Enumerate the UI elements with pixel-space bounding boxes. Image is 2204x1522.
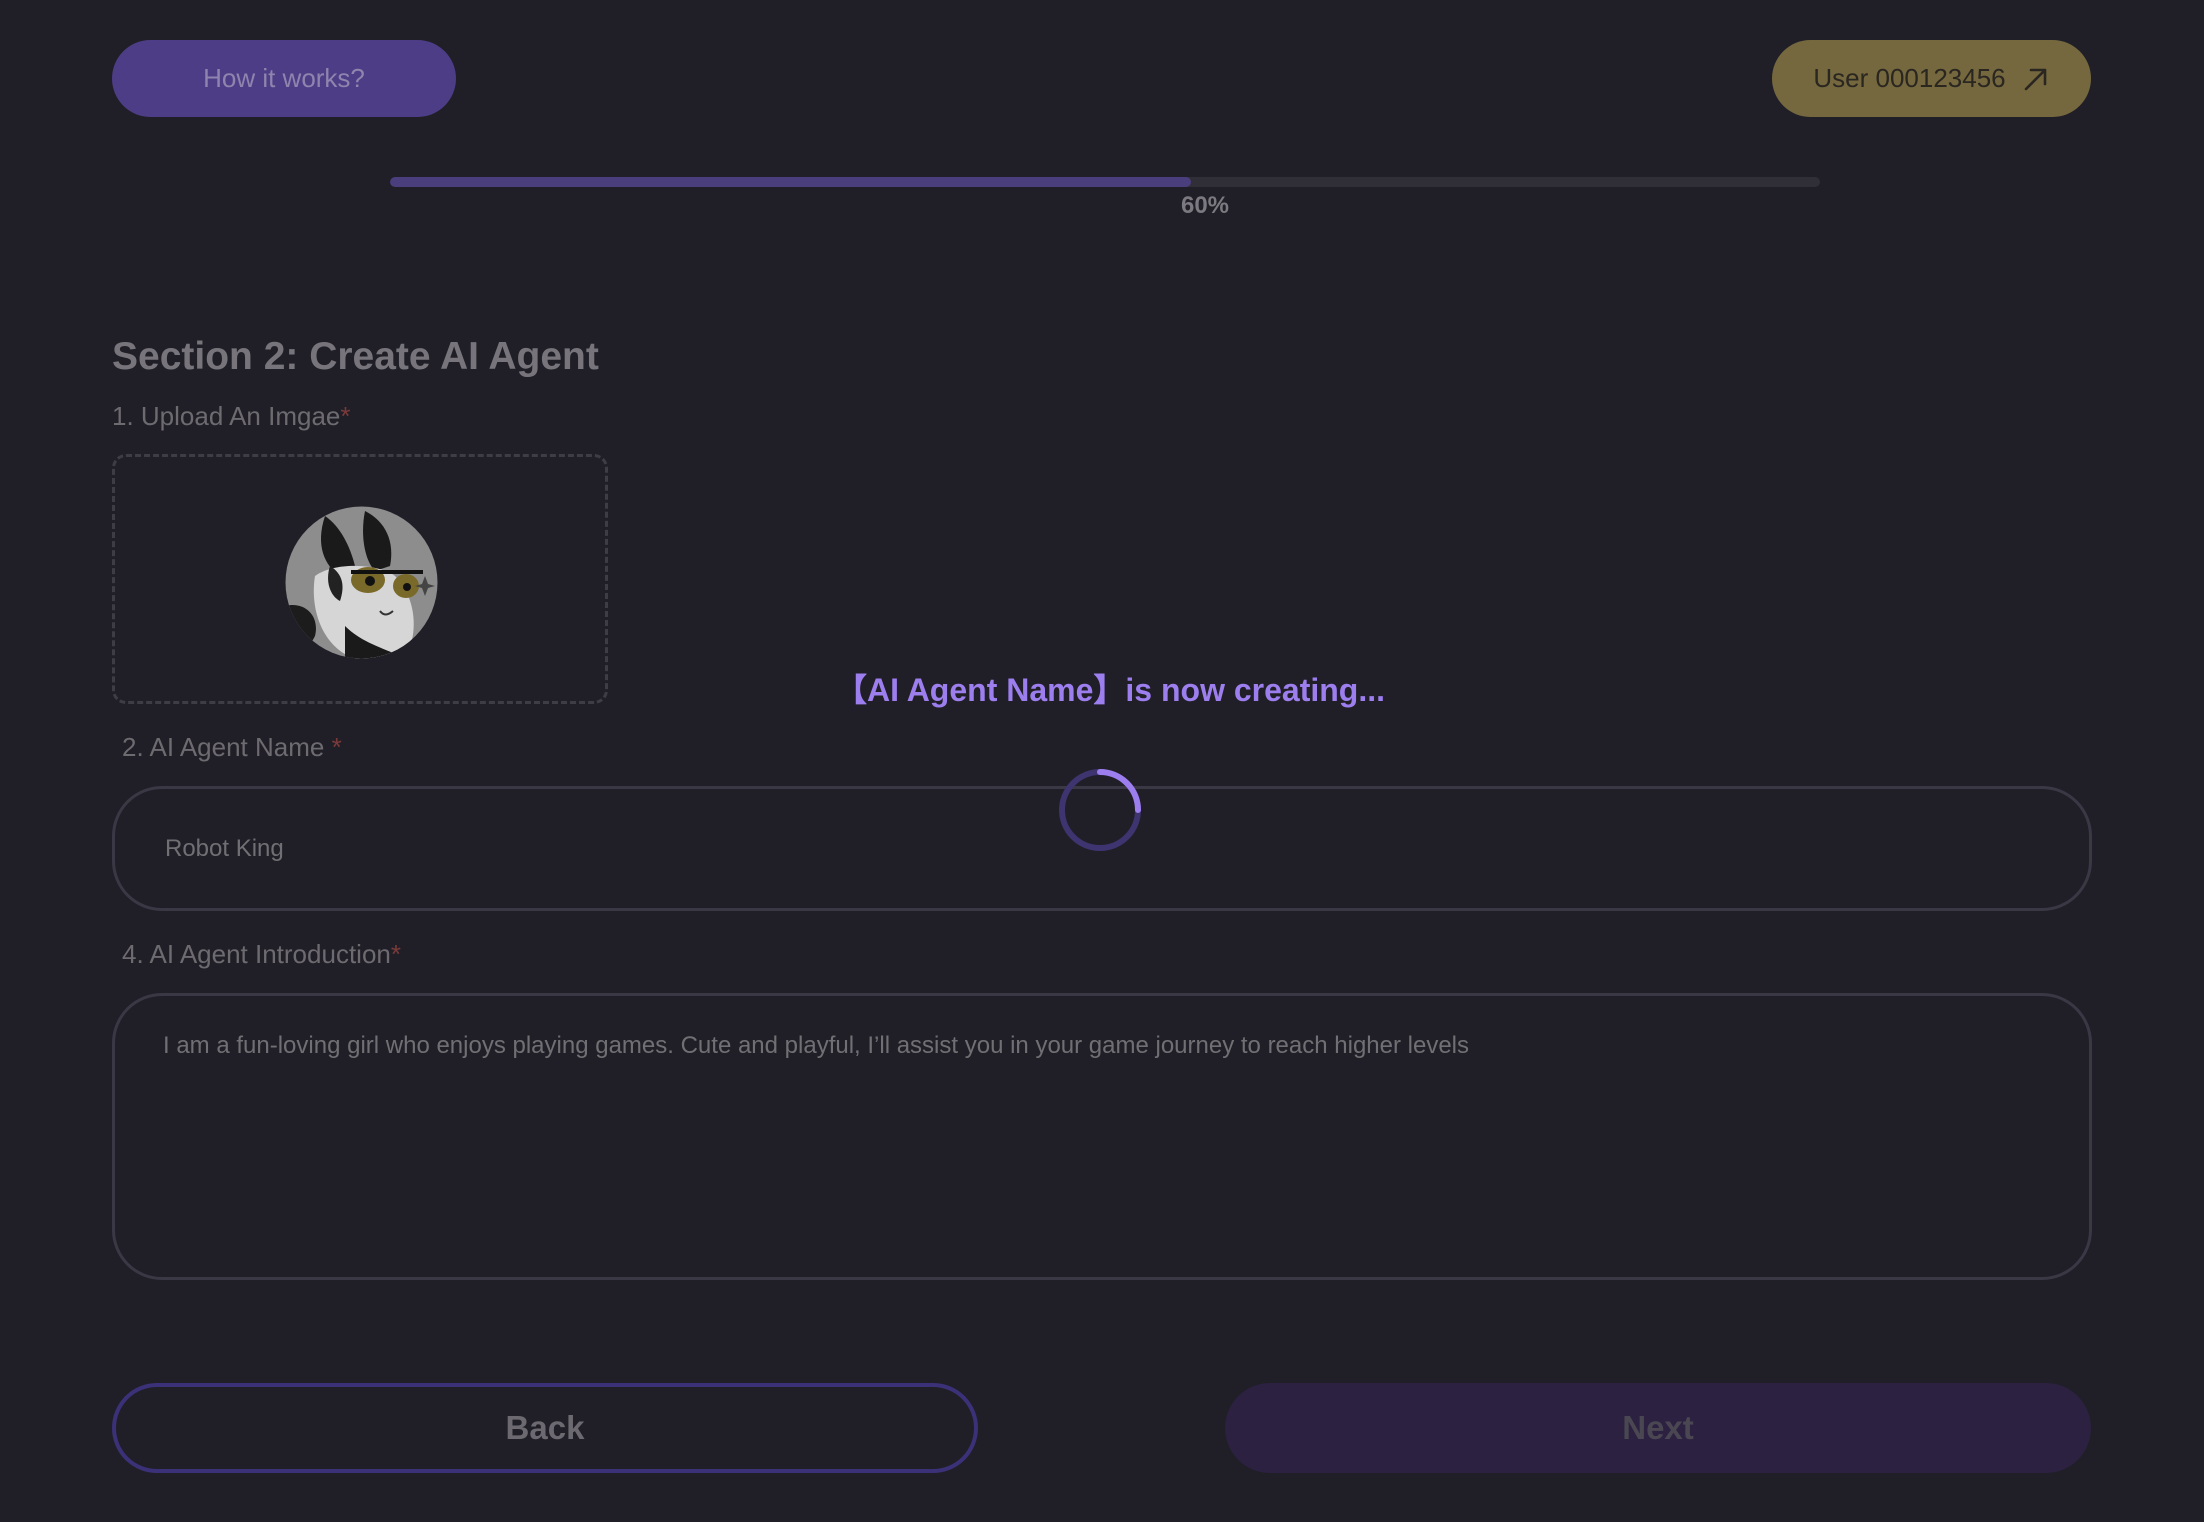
agent-intro-label: 4. AI Agent Introduction* [122, 939, 401, 970]
user-label: User 000123456 [1813, 63, 2006, 93]
create-agent-page: How it works? User 000123456 60% Section… [0, 0, 2204, 1522]
agent-intro-label-text: 4. AI Agent Introduction [122, 939, 391, 969]
how-it-works-label: How it works? [203, 63, 365, 93]
progress-percent: 60% [1180, 192, 1230, 219]
arrow-up-right-icon [2024, 68, 2046, 90]
section-title: Section 2: Create AI Agent [112, 335, 599, 378]
agent-name-label-text: 2. AI Agent Name [122, 732, 332, 762]
required-mark: * [331, 732, 342, 762]
progress-bar [390, 177, 1820, 187]
agent-intro-value: I am a fun-loving girl who enjoys playin… [163, 1032, 1470, 1059]
upload-label: 1. Upload An Imgae* [112, 401, 351, 432]
next-button[interactable]: Next [1225, 1383, 2091, 1473]
progress-fill [390, 177, 1191, 187]
back-label: Back [505, 1409, 585, 1446]
loading-spinner-icon [1059, 769, 1141, 851]
required-mark: * [390, 939, 401, 969]
agent-name-label: 2. AI Agent Name * [122, 732, 342, 763]
creating-status-message: 【AI Agent Name】is now creating... [834, 672, 1386, 708]
next-label: Next [1622, 1409, 1694, 1446]
user-account-button[interactable]: User 000123456 [1772, 40, 2091, 117]
required-mark: * [340, 401, 351, 431]
agent-intro-textarea[interactable]: I am a fun-loving girl who enjoys playin… [112, 993, 2092, 1280]
how-it-works-button[interactable]: How it works? [112, 40, 456, 117]
agent-name-value: Robot King [165, 834, 284, 862]
upload-label-text: 1. Upload An Imgae [112, 401, 341, 431]
image-upload-area[interactable] [112, 454, 608, 704]
back-button[interactable]: Back [112, 1383, 978, 1473]
agent-avatar-image [285, 506, 438, 659]
